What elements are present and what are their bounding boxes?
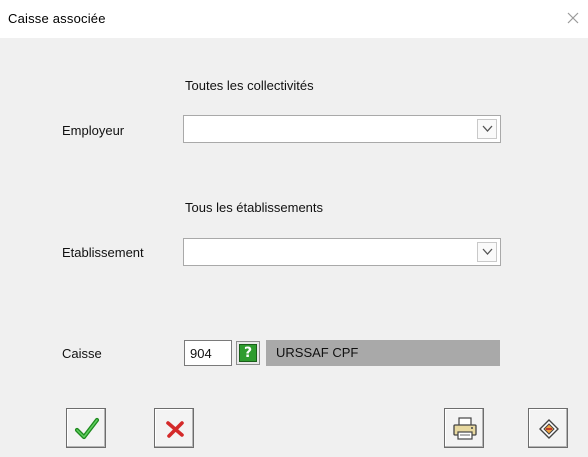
close-icon[interactable]	[564, 9, 582, 27]
caisse-name-field: URSSAF CPF	[266, 340, 500, 366]
chevron-down-icon[interactable]	[477, 119, 497, 139]
etablissement-combobox[interactable]	[183, 238, 501, 266]
employeur-combobox[interactable]	[183, 115, 501, 143]
cancel-button[interactable]	[154, 408, 194, 448]
caisse-help-button[interactable]: ?	[236, 341, 260, 365]
exit-button[interactable]	[528, 408, 568, 448]
caisse-label: Caisse	[62, 346, 102, 361]
caisse-code-value: 904	[190, 346, 212, 361]
caisse-code-input[interactable]: 904	[184, 340, 232, 366]
exit-icon	[539, 419, 559, 439]
etablissement-label: Etablissement	[62, 245, 144, 260]
help-icon: ?	[239, 344, 257, 362]
chevron-down-icon[interactable]	[477, 242, 497, 262]
caisse-name-value: URSSAF CPF	[276, 345, 359, 360]
title-bar: Caisse associée	[0, 0, 588, 38]
validate-button[interactable]	[66, 408, 106, 448]
employeur-label: Employeur	[62, 123, 125, 138]
employeur-caption: Toutes les collectivités	[185, 78, 314, 93]
cross-icon	[166, 421, 184, 438]
checkmark-icon	[74, 417, 100, 440]
window-title: Caisse associée	[8, 11, 106, 26]
printer-icon	[453, 417, 477, 440]
print-button[interactable]	[444, 408, 484, 448]
etablissement-caption: Tous les établissements	[185, 200, 324, 215]
